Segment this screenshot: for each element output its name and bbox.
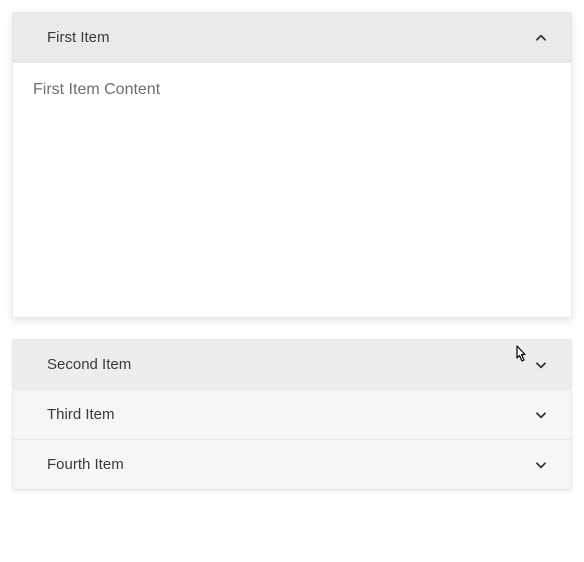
chevron-down-icon [533, 407, 549, 423]
accordion-item-first: First Item First Item Content [12, 12, 572, 318]
accordion-item-third: Third Item [12, 389, 572, 440]
accordion-item-second: Second Item [12, 339, 572, 390]
accordion-header-first[interactable]: First Item [13, 13, 571, 62]
accordion: First Item First Item Content Second Ite… [12, 12, 572, 490]
accordion-header-third[interactable]: Third Item [13, 390, 571, 439]
accordion-header-fourth[interactable]: Fourth Item [13, 440, 571, 489]
cursor-pointer-icon [511, 343, 531, 367]
accordion-item-fourth: Fourth Item [12, 439, 572, 490]
accordion-content-first: First Item Content [13, 62, 571, 317]
accordion-title: Second Item [47, 356, 131, 373]
accordion-title: Fourth Item [47, 456, 124, 473]
accordion-content-text: First Item Content [33, 81, 160, 98]
chevron-down-icon [533, 357, 549, 373]
accordion-title: Third Item [47, 406, 115, 423]
chevron-down-icon [533, 457, 549, 473]
accordion-title: First Item [47, 29, 110, 46]
accordion-header-second[interactable]: Second Item [13, 340, 571, 389]
chevron-up-icon [533, 30, 549, 46]
